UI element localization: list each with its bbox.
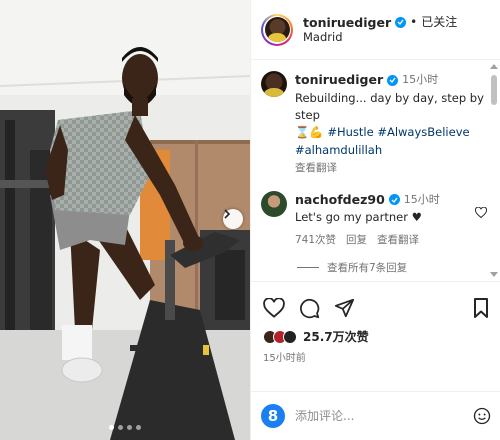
post-detail-panel: toniruediger • 已关注 Madrid toniruediger 1… (250, 0, 500, 440)
caption-username[interactable]: toniruediger (295, 71, 383, 90)
author-avatar[interactable] (261, 13, 293, 46)
likes-summary[interactable]: 25.7万次赞 (263, 328, 489, 345)
verified-badge-icon (387, 74, 399, 86)
author-username[interactable]: toniruediger (303, 15, 391, 31)
carousel-indicator (0, 425, 250, 430)
separator-dot: • (410, 14, 418, 29)
comments-scrollbar[interactable] (489, 61, 499, 280)
caption: toniruediger 15小时 Rebuilding... day by d… (261, 71, 487, 177)
comment-time: 15小时 (403, 192, 440, 206)
comment-reply-button[interactable]: 回复 (346, 233, 367, 249)
carousel-dot (118, 425, 123, 430)
carousel-next-button[interactable] (223, 209, 243, 229)
comment-translate-link[interactable]: 查看翻译 (377, 233, 419, 249)
chevron-right-icon (224, 209, 231, 219)
caption-author-avatar[interactable] (261, 71, 287, 97)
hashtag-link[interactable]: #Hustle (327, 125, 373, 139)
scroll-up-arrow-icon[interactable] (490, 64, 498, 69)
likes-count[interactable]: 25.7万次赞 (303, 328, 369, 345)
post-actions-area: 25.7万次赞 15小时前 (251, 281, 500, 391)
post-location[interactable]: Madrid (303, 30, 457, 44)
hashtag-link[interactable]: #alhamdulillah (295, 143, 382, 157)
comment-input[interactable] (295, 409, 463, 423)
verified-badge-icon (395, 16, 407, 28)
scroll-thumb[interactable] (491, 75, 497, 105)
comment-item: nachofdez90 15小时 Let's go my partner ♥ 7… (261, 190, 487, 249)
post-image[interactable] (0, 0, 250, 440)
like-heart-icon[interactable] (263, 298, 285, 318)
view-replies-label: 查看所有7条回复 (327, 262, 408, 275)
save-bookmark-icon[interactable] (473, 298, 489, 318)
share-send-icon[interactable] (334, 298, 355, 318)
commenter-username[interactable]: nachofdez90 (295, 191, 385, 210)
flexed-biceps-icon: 💪 (309, 125, 324, 140)
athlete-on-bike-illustration (0, 0, 250, 440)
liker-avatar (283, 329, 297, 344)
verified-badge-icon (388, 194, 400, 206)
black-heart-icon: ♥ (411, 210, 422, 225)
post-header: toniruediger • 已关注 Madrid (251, 0, 500, 60)
post-timestamp[interactable]: 15小时前 (263, 349, 489, 364)
carousel-dot (127, 425, 132, 430)
commenter-avatar[interactable] (261, 190, 287, 217)
emoji-smiley-icon[interactable] (473, 407, 491, 425)
follow-status-button[interactable]: 已关注 (421, 15, 457, 30)
carousel-dot (109, 425, 114, 430)
caption-translate-link[interactable]: 查看翻译 (295, 161, 487, 177)
comment-composer: 8 (251, 391, 500, 440)
comment-like-count[interactable]: 741次赞 (295, 233, 336, 249)
comments-list[interactable]: toniruediger 15小时 Rebuilding... day by d… (251, 61, 500, 280)
action-bar (263, 296, 489, 320)
view-replies-link[interactable]: 查看所有7条回复 (297, 260, 487, 275)
comment-like-heart-icon[interactable] (475, 206, 487, 249)
hashtag-link[interactable]: #AlwaysBelieve (377, 125, 469, 139)
hourglass-icon: ⌛ (295, 125, 310, 140)
comment-bubble-icon[interactable] (299, 298, 320, 319)
current-user-avatar: 8 (261, 404, 285, 428)
comment-text: Let's go my partner (295, 210, 408, 225)
caption-text: Rebuilding... day by day, step by step (295, 90, 484, 122)
carousel-dot (136, 425, 141, 430)
caption-time: 15小时 (402, 73, 439, 87)
scroll-down-arrow-icon[interactable] (490, 272, 498, 277)
replies-divider (297, 267, 319, 269)
